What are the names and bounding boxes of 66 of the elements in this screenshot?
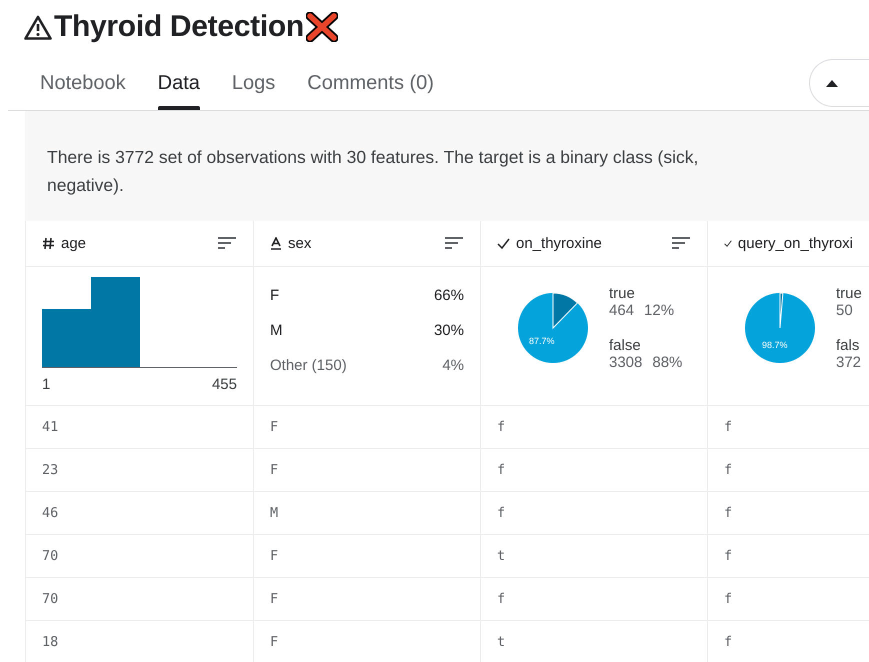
table-cell: f: [497, 462, 506, 478]
table-cell: f: [724, 462, 732, 478]
category-share: 4%: [442, 356, 464, 374]
category-share: 66%: [434, 286, 464, 304]
axis-min-label: 1: [42, 376, 50, 392]
page-title: Thyroid Detection: [54, 10, 304, 44]
table-cell: F: [270, 548, 278, 564]
legend-label: true: [609, 284, 636, 302]
pie-drawing: [744, 292, 816, 364]
table-cell: f: [724, 634, 732, 650]
category-label: F: [270, 286, 280, 304]
table-cell: F: [270, 634, 278, 650]
category-label: M: [270, 322, 282, 338]
caret-up-icon: [826, 80, 838, 86]
table-cell: 70: [42, 548, 58, 564]
legend-count: 464: [609, 302, 634, 318]
legend-count: 3308: [609, 354, 642, 370]
table-cell: f: [497, 590, 506, 606]
table-cell: f: [724, 590, 732, 606]
table-cell: t: [497, 548, 506, 564]
table-cell: f: [497, 418, 506, 434]
tab[interactable]: Logs: [216, 56, 292, 110]
table-cell: 70: [42, 590, 58, 606]
tab[interactable]: Comments (0): [291, 56, 450, 110]
column-header: query_on_thyroxi: [738, 234, 853, 252]
column-header: age: [61, 234, 88, 252]
legend-label: true: [836, 284, 862, 302]
hash-icon: [42, 236, 55, 250]
pie-drawing: [517, 292, 589, 364]
sort-icon[interactable]: [444, 236, 464, 250]
table-cell: 41: [42, 418, 58, 434]
slice-label: 98.7%: [762, 340, 788, 350]
axis-max-label: 455: [212, 376, 237, 392]
legend-label: false: [609, 336, 642, 354]
warning-icon: [24, 14, 52, 40]
legend-count: 372: [836, 354, 862, 370]
legend-label: fals: [836, 336, 860, 354]
table-cell: 23: [42, 462, 58, 478]
table-cell: F: [270, 590, 278, 606]
category-label: Other (150): [270, 356, 347, 374]
table-cell: F: [270, 418, 278, 434]
column-header: on_thyroxine: [516, 234, 603, 252]
cross-icon: [306, 12, 338, 42]
legend-share: 12%: [644, 302, 674, 318]
text-type-icon: [270, 236, 282, 250]
table-cell: t: [497, 634, 506, 650]
legend-count: 50: [836, 302, 853, 318]
table-cell: 18: [42, 634, 58, 650]
column-header: sex: [288, 234, 312, 252]
tab[interactable]: Notebook: [24, 56, 142, 110]
table-cell: f: [724, 418, 732, 434]
category-share: 30%: [434, 322, 464, 338]
table-cell: 46: [42, 504, 58, 520]
table-cell: f: [497, 504, 506, 520]
sort-icon[interactable]: [217, 236, 237, 250]
sort-icon[interactable]: [671, 236, 691, 250]
tab[interactable]: Data: [142, 56, 216, 110]
table-cell: M: [270, 504, 278, 520]
table-cell: f: [724, 504, 732, 520]
table-cell: f: [724, 548, 732, 564]
table-cell: F: [270, 462, 278, 478]
check-icon: [497, 238, 510, 249]
file-description: There is 3772 set of observations with 30 features. The target is a binary class (sick, negative).: [25, 111, 869, 221]
check-icon: [724, 238, 732, 249]
legend-share: 88%: [652, 354, 682, 370]
slice-label: 87.7%: [529, 336, 555, 346]
